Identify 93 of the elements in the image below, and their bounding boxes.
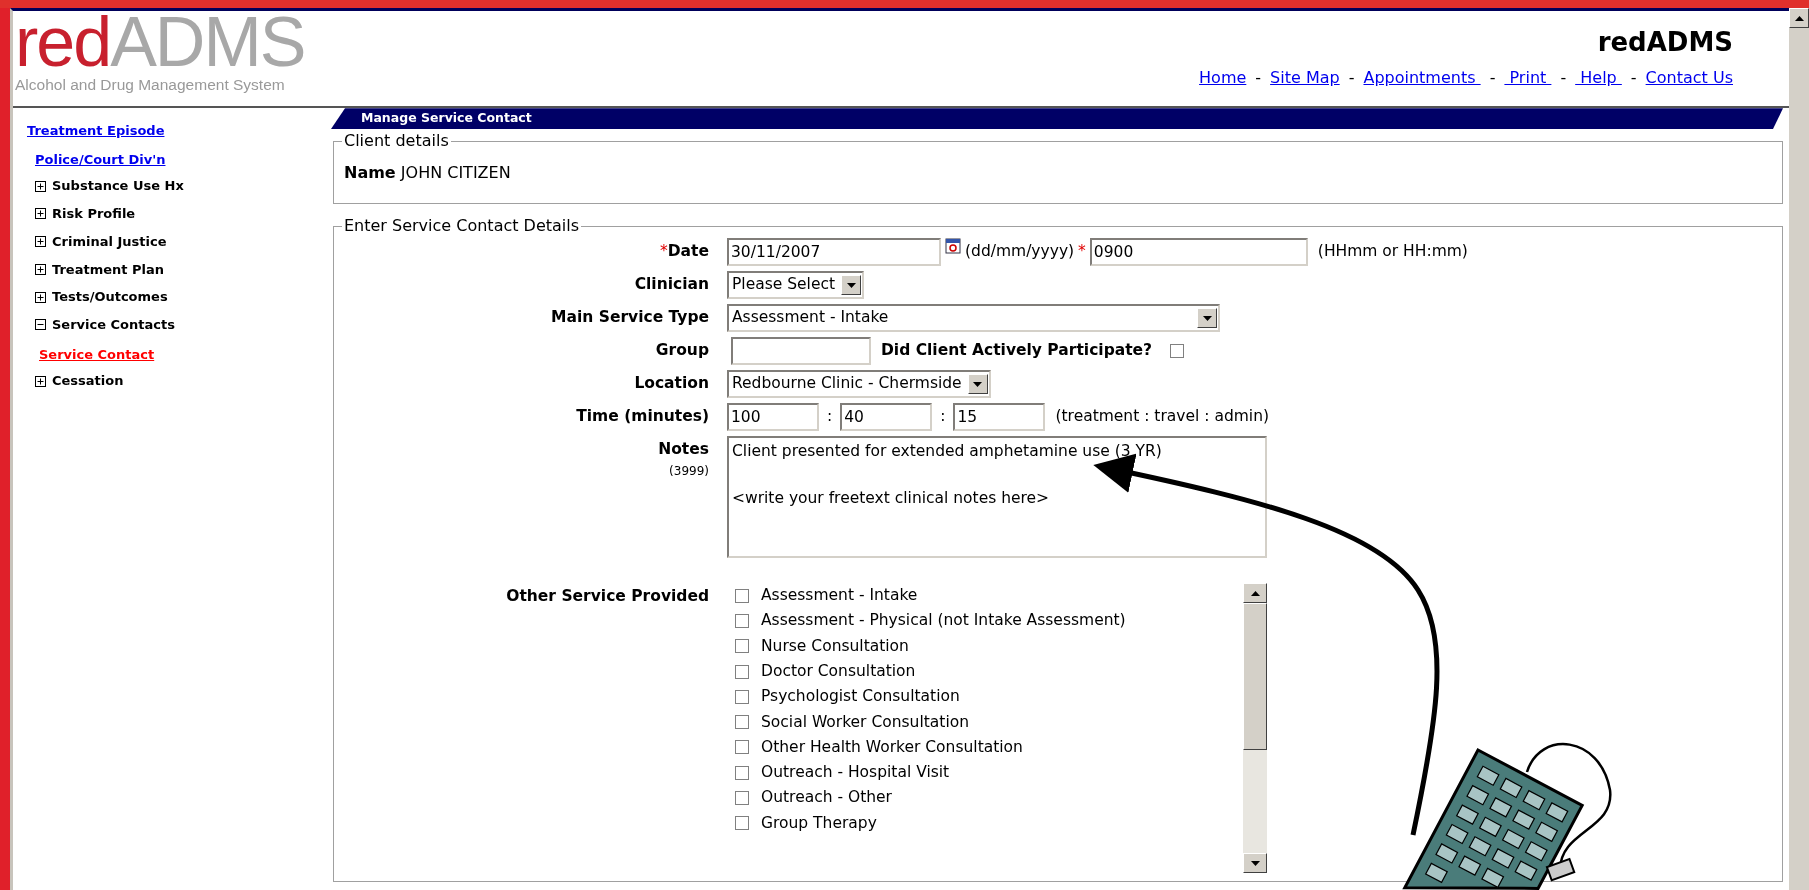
expand-icon[interactable] — [35, 291, 46, 303]
field-label: Time (minutes) — [576, 407, 709, 425]
nav-separator: - — [1489, 68, 1496, 87]
required-mark: * — [1078, 241, 1086, 263]
checkbox-label: Group Therapy — [761, 812, 877, 834]
caret-down-icon — [1250, 860, 1260, 866]
calendar-icon[interactable] — [945, 238, 961, 254]
time-hint: (treatment : travel : admin) — [1055, 406, 1269, 428]
checkbox[interactable] — [1170, 344, 1185, 358]
nav-link[interactable]: Appointments — [1363, 68, 1481, 87]
caret-down-icon — [1202, 315, 1212, 321]
time-separator: : — [940, 406, 946, 428]
nav-link[interactable]: Print — [1504, 68, 1552, 87]
sidebar-link[interactable]: Police/Court Div'n — [35, 151, 166, 167]
sidebar-item[interactable]: Service Contacts — [52, 315, 175, 335]
field-label: Other Service Provided — [506, 587, 709, 605]
field-value: JOHN CITIZEN — [400, 163, 511, 182]
field-label: Main Service Type — [551, 308, 709, 326]
checkbox-label: Doctor Consultation — [761, 660, 916, 682]
nav-link[interactable]: Contact Us — [1645, 68, 1733, 87]
checkbox-label: Social Worker Consultation — [761, 711, 970, 733]
time-format-hint: (HHmm or HH:mm) — [1317, 241, 1468, 263]
checkbox[interactable] — [735, 613, 749, 628]
nav-separator: - — [1255, 68, 1262, 87]
checkbox[interactable] — [735, 765, 749, 780]
input-field[interactable]: 15 — [953, 403, 1046, 431]
sidebar-item[interactable]: Cessation — [52, 371, 124, 391]
field-label: Notes — [658, 440, 709, 458]
input-field[interactable] — [731, 337, 871, 365]
checkbox-label: Other Health Worker Consultation — [761, 736, 1023, 758]
caret-up-icon — [1794, 15, 1804, 21]
input-field[interactable]: 0900 — [1089, 238, 1308, 266]
field-label: Date — [667, 242, 709, 260]
caret-down-icon — [846, 282, 856, 288]
input-field[interactable]: 30/11/2007 — [727, 238, 941, 266]
logo-text: redADMS — [15, 11, 305, 73]
field-label: Group — [655, 341, 709, 359]
checkbox[interactable] — [735, 639, 749, 654]
nav-separator: - — [1560, 68, 1567, 87]
character-counter: (3999) — [668, 463, 709, 480]
input-field[interactable]: 100 — [727, 403, 819, 431]
sidebar-link[interactable]: Service Contact — [39, 346, 155, 362]
caret-up-icon — [1250, 590, 1260, 596]
checkbox[interactable] — [735, 791, 749, 805]
sidebar-item[interactable]: Treatment Plan — [52, 259, 165, 279]
scroll-up-button[interactable] — [1789, 8, 1809, 28]
notes-field[interactable]: Client presented for extended amphetamine use (3 YR) <write your freetext clinical notes here> — [727, 436, 1267, 558]
time-separator: : — [827, 406, 833, 428]
field-label: Clinician — [634, 275, 709, 293]
collapse-icon[interactable] — [35, 319, 46, 331]
dropdown[interactable]: Assessment - Intake — [727, 304, 1220, 332]
field-label: Location — [634, 374, 709, 392]
expand-icon[interactable] — [35, 180, 46, 192]
nav-separator: - — [1348, 68, 1355, 87]
checkbox-label: Nurse Consultation — [761, 635, 909, 657]
required-mark: * — [660, 242, 668, 260]
nav-link[interactable]: Site Map — [1270, 68, 1340, 87]
checkbox-label: Did Client Actively Participate? — [881, 340, 1153, 362]
nav-link[interactable]: Home — [1199, 68, 1247, 87]
dropdown[interactable]: Please Select — [727, 271, 865, 299]
sidebar-item[interactable]: Tests/Outcomes — [52, 287, 168, 307]
nav-link[interactable]: Help — [1575, 68, 1622, 87]
expand-icon[interactable] — [35, 263, 46, 275]
site-title: redADMS — [1596, 26, 1733, 59]
expand-icon[interactable] — [35, 375, 46, 387]
expand-icon[interactable] — [35, 208, 46, 220]
checkbox-label: Psychologist Consultation — [761, 686, 960, 708]
checkbox-label: Outreach - Other — [761, 787, 892, 809]
caret-down-icon — [973, 381, 983, 387]
scrollbar[interactable] — [1243, 583, 1267, 873]
checkbox[interactable] — [735, 816, 749, 831]
checkbox[interactable] — [735, 664, 749, 679]
checkbox[interactable] — [735, 588, 749, 603]
section-legend: Client details — [342, 133, 451, 149]
date-format-hint: (dd/mm/yyyy) — [965, 241, 1075, 263]
field-label: Name — [344, 163, 396, 182]
checkbox[interactable] — [735, 740, 749, 755]
sidebar-item[interactable]: Criminal Justice — [52, 231, 167, 252]
checkbox-label: Assessment - Physical (not Intake Assessment) — [761, 610, 1126, 632]
sidebar-item[interactable]: Risk Profile — [52, 204, 136, 224]
expand-icon[interactable] — [35, 236, 46, 247]
checkbox[interactable] — [735, 689, 749, 704]
logo-subtitle: Alcohol and Drug Management System — [15, 75, 286, 95]
input-field[interactable]: 40 — [840, 403, 933, 431]
nav-separator: - — [1630, 68, 1637, 87]
checkbox-label: Outreach - Hospital Visit — [761, 762, 950, 784]
checkbox[interactable] — [735, 715, 749, 730]
panel-title-bar: Manage Service Contact — [331, 108, 1783, 129]
checkbox-label: Assessment - Intake — [761, 585, 918, 606]
sidebar-link[interactable]: Treatment Episode — [27, 123, 165, 139]
dropdown[interactable]: Redbourne Clinic - Chermside — [727, 370, 991, 398]
sidebar-item[interactable]: Substance Use Hx — [52, 176, 184, 196]
section-legend: Enter Service Contact Details — [342, 218, 582, 234]
